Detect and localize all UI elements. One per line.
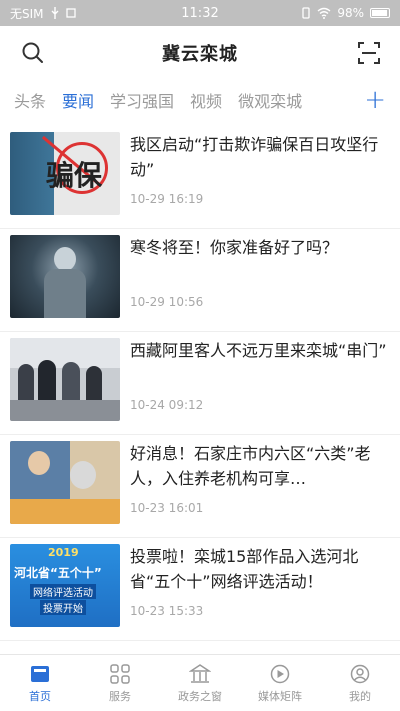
news-title: 我区启动“打击欺诈骗保百日攻坚行动” <box>130 135 379 179</box>
battery-icon <box>370 8 390 18</box>
nav-media[interactable]: 媒体矩阵 <box>245 663 315 704</box>
nav-service[interactable]: 服务 <box>85 663 155 704</box>
wifi-icon <box>317 7 331 19</box>
news-title: 西藏阿里客人不远万里来栾城“串门” <box>130 341 387 360</box>
carrier-text: 无SIM <box>10 6 44 21</box>
news-body: 我区启动“打击欺诈骗保百日攻坚行动” <box>120 132 390 228</box>
thumbnail-line2: 网络评选活动 <box>30 584 96 599</box>
search-icon[interactable] <box>20 40 46 66</box>
add-channel-button[interactable]: + <box>364 84 386 116</box>
thumbnail-year: 2019 <box>48 546 79 559</box>
news-thumbnail: 2019 河北省“五个十” 网络评选活动 投票开始 <box>10 544 120 627</box>
news-time: 10-24 09:12 <box>130 398 204 412</box>
tab-shipin[interactable]: 视频 <box>190 88 222 112</box>
nav-label: 首页 <box>29 689 51 703</box>
thumbnail-caption: 骗保 <box>46 159 103 192</box>
news-item[interactable]: 寒冬将至！你家准备好了吗？ 10-29 10:56 <box>0 229 400 332</box>
battery-text: 98% <box>337 6 364 20</box>
status-left: 无SIM <box>10 5 76 22</box>
notification-icon <box>65 8 76 18</box>
channel-tabs: 头条 要闻 学习强国 视频 微观栾城 + <box>0 80 400 120</box>
news-item[interactable]: 2019 河北省“五个十” 网络评选活动 投票开始 投票啦！栾城15部作品入选河… <box>0 538 400 641</box>
nav-home[interactable]: 首页 <box>5 663 75 704</box>
news-item[interactable]: 好消息！石家庄市内六区“六类”老人，入住养老机构可享… 10-23 16:01 <box>0 435 400 538</box>
nav-government[interactable]: 政务之窗 <box>165 663 235 704</box>
news-item[interactable]: 西藏阿里客人不远万里来栾城“串门” 10-24 09:12 <box>0 332 400 435</box>
media-icon <box>270 664 290 683</box>
app-header: 冀云栾城 <box>0 26 400 80</box>
news-item[interactable]: 骗保 我区启动“打击欺诈骗保百日攻坚行动” 10-29 16:19 <box>0 126 400 229</box>
vibrate-icon <box>302 7 310 19</box>
status-right: 98% <box>301 6 390 20</box>
usb-icon <box>51 7 59 19</box>
app-title: 冀云栾城 <box>162 44 238 65</box>
thumbnail-line3: 投票开始 <box>40 600 86 615</box>
tab-toutiao[interactable]: 头条 <box>14 88 46 112</box>
tab-weiguan-luancheng[interactable]: 微观栾城 <box>238 88 302 112</box>
news-body: 好消息！石家庄市内六区“六类”老人，入住养老机构可享… <box>120 441 390 537</box>
news-body: 西藏阿里客人不远万里来栾城“串门” <box>120 338 390 434</box>
news-body: 寒冬将至！你家准备好了吗？ <box>120 235 390 331</box>
news-time: 10-29 16:19 <box>130 192 204 206</box>
thumbnail-line1: 河北省“五个十” <box>14 566 102 580</box>
news-list: 骗保 我区启动“打击欺诈骗保百日攻坚行动” 10-29 16:19 寒冬将至！你… <box>0 126 400 641</box>
news-title: 好消息！石家庄市内六区“六类”老人，入住养老机构可享… <box>130 444 371 488</box>
news-time: 10-23 15:33 <box>130 604 204 618</box>
news-thumbnail <box>10 235 120 318</box>
news-title: 寒冬将至！你家准备好了吗？ <box>130 238 339 257</box>
news-time: 10-23 16:01 <box>130 501 204 515</box>
news-time: 10-29 10:56 <box>130 295 204 309</box>
nav-mine[interactable]: 我的 <box>325 663 395 704</box>
nav-label: 服务 <box>109 689 131 703</box>
home-icon <box>31 665 49 682</box>
tab-yaowen[interactable]: 要闻 <box>62 88 94 112</box>
news-title: 投票啦！栾城15部作品入选河北省“五个十”网络评选活动！ <box>130 547 359 591</box>
news-thumbnail <box>10 338 120 421</box>
nav-label: 媒体矩阵 <box>258 689 302 703</box>
news-thumbnail <box>10 441 120 524</box>
news-body: 投票啦！栾城15部作品入选河北省“五个十”网络评选活动！ <box>120 544 390 640</box>
tab-xuexi-qiangguo[interactable]: 学习强国 <box>110 88 174 112</box>
user-icon <box>350 664 370 683</box>
news-thumbnail: 骗保 <box>10 132 120 215</box>
grid-icon <box>110 663 130 684</box>
scan-icon[interactable] <box>356 40 382 66</box>
status-bar: 无SIM 11:32 98% <box>0 0 400 26</box>
bottom-nav: 首页 服务 政务之窗 媒体矩阵 我的 <box>0 654 400 711</box>
nav-label: 政务之窗 <box>178 689 222 703</box>
building-icon <box>189 663 211 683</box>
nav-label: 我的 <box>349 689 371 703</box>
